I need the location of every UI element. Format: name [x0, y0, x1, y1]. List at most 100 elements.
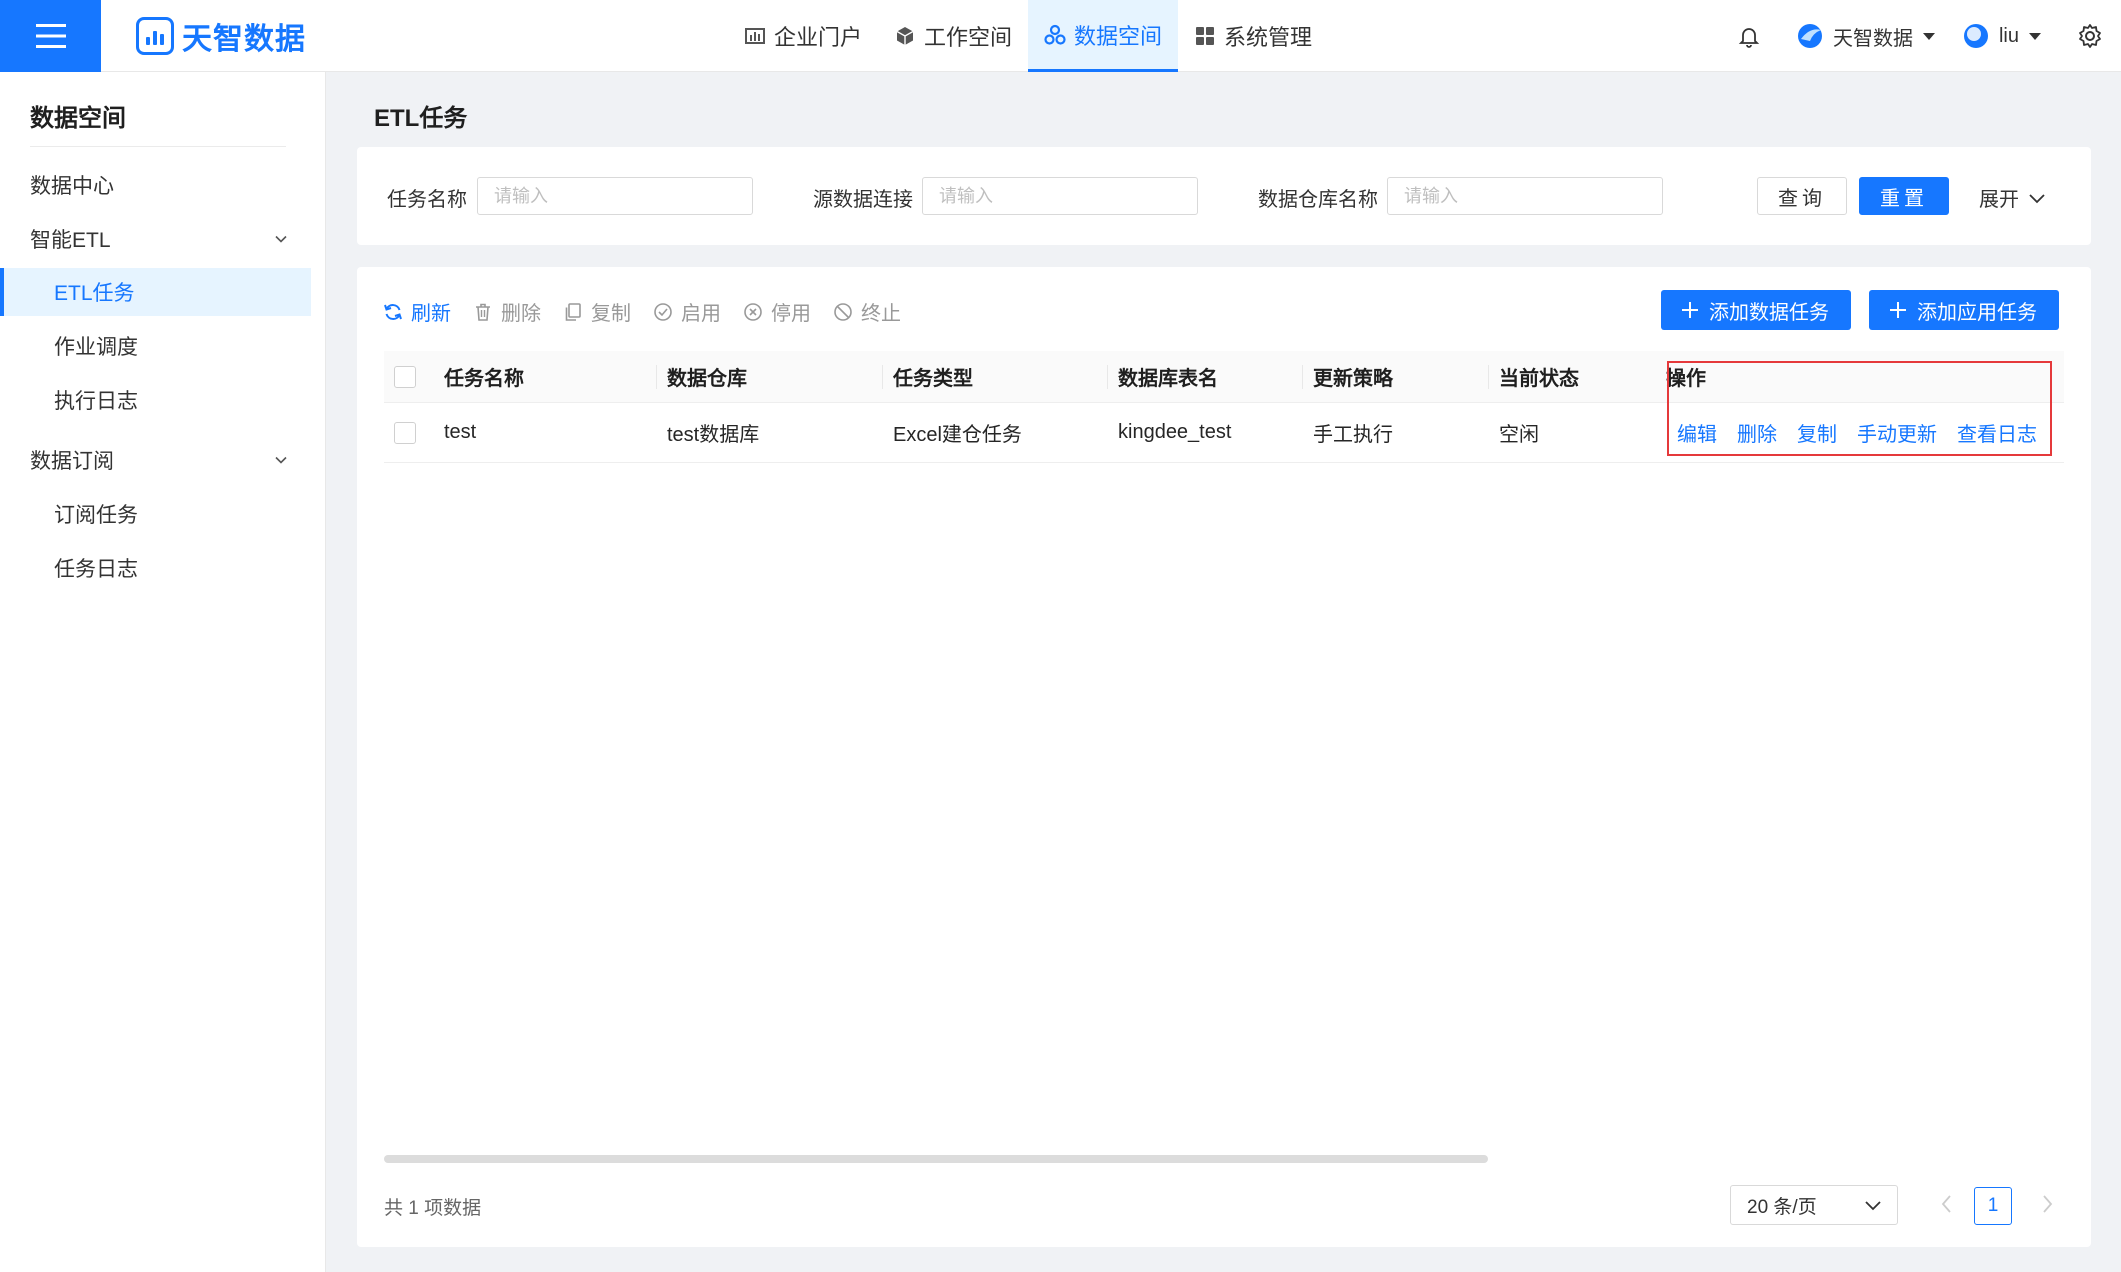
refresh-label: 刷新: [411, 303, 451, 325]
close-circle-icon: [744, 302, 762, 321]
sidebar-item-exec-log[interactable]: 执行日志: [0, 376, 311, 424]
sidebar-item-label: 任务日志: [54, 558, 138, 581]
caret-down-icon: [2029, 32, 2041, 40]
page-number-current[interactable]: 1: [1974, 1187, 2012, 1225]
view-log-link[interactable]: 查看日志: [1957, 418, 2037, 447]
table-row: test test数据库 Excel建仓任务 kingdee_test 手工执行…: [384, 403, 2064, 463]
cell-status: 空闲: [1499, 424, 1539, 446]
column-divider: [656, 365, 657, 389]
sidebar-item-job-schedule[interactable]: 作业调度: [0, 322, 311, 370]
grid-icon: [1196, 27, 1215, 45]
cell-task-name: test: [444, 421, 477, 443]
org-switcher[interactable]: 天智数据: [1795, 21, 1935, 51]
sidebar-divider: [30, 146, 286, 147]
column-header-update-strategy[interactable]: 更新策略: [1313, 351, 1393, 402]
column-divider: [1107, 365, 1108, 389]
manual-update-link[interactable]: 手动更新: [1857, 418, 1937, 447]
delete-link[interactable]: 删除: [1737, 418, 1777, 447]
page-title: ETL任务: [374, 105, 468, 132]
notification-button[interactable]: [1737, 24, 1761, 48]
nav-data-space[interactable]: 数据空间: [1028, 0, 1179, 72]
horizontal-scrollbar[interactable]: [384, 1155, 1488, 1163]
reset-button[interactable]: 重置: [1859, 177, 1949, 215]
user-name: liu: [1998, 24, 2019, 47]
column-header-warehouse[interactable]: 数据仓库: [667, 351, 747, 402]
sidebar-item-subscription-task[interactable]: 订阅任务: [0, 490, 311, 538]
nav-label: 数据空间: [1074, 23, 1163, 49]
source-connection-label: 源数据连接: [813, 189, 913, 211]
page-size-select[interactable]: 20 条/页: [1730, 1185, 1898, 1225]
prev-page-button[interactable]: [1937, 1193, 1957, 1215]
sidebar-item-smart-etl[interactable]: 智能ETL: [0, 215, 311, 263]
add-app-task-button[interactable]: 添加应用任务: [1869, 290, 2059, 330]
enable-label: 启用: [681, 303, 721, 325]
copy-label: 复制: [591, 303, 631, 325]
select-all-checkbox[interactable]: [394, 365, 416, 388]
nav-system-admin[interactable]: 系统管理: [1178, 0, 1328, 72]
edit-link[interactable]: 编辑: [1677, 418, 1717, 447]
column-header-task-name[interactable]: 任务名称: [444, 351, 524, 402]
settings-button[interactable]: [2077, 23, 2103, 49]
table-header: 任务名称 数据仓库 任务类型 数据库表名 更新策略 当前状态 操作: [384, 351, 2064, 403]
source-connection-input[interactable]: [922, 177, 1198, 215]
terminate-label: 终止: [861, 303, 901, 325]
copy-icon: [565, 302, 581, 321]
chevron-down-icon: [275, 456, 287, 464]
sidebar-item-label: ETL任务: [54, 282, 135, 305]
gear-icon: [2079, 24, 2101, 48]
warehouse-name-label: 数据仓库名称: [1258, 189, 1378, 211]
row-checkbox[interactable]: [394, 421, 416, 444]
nav-enterprise-portal[interactable]: 企业门户: [728, 0, 878, 72]
table-toolbar: 刷新 删除 复制 启用 停用 终止: [383, 297, 901, 326]
user-menu[interactable]: liu: [1961, 21, 2041, 51]
logo-icon: [136, 17, 174, 55]
nav-label: 工作空间: [924, 25, 1013, 50]
add-data-task-button[interactable]: 添加数据任务: [1661, 290, 1851, 330]
batch-delete-button[interactable]: 删除: [473, 297, 541, 326]
chart-bar-icon: [745, 28, 765, 44]
sidebar: 数据空间 数据中心 智能ETL ETL任务 作业调度 执行日志 数据订阅 订阅任…: [0, 72, 326, 1272]
column-header-task-type[interactable]: 任务类型: [893, 351, 973, 402]
chevron-down-icon: [275, 235, 287, 243]
batch-copy-button[interactable]: 复制: [563, 297, 631, 326]
refresh-button[interactable]: 刷新: [383, 297, 451, 326]
sidebar-item-task-log[interactable]: 任务日志: [0, 544, 311, 592]
cluster-icon: [1044, 24, 1066, 45]
batch-terminate-button[interactable]: 终止: [833, 297, 901, 326]
column-divider: [1488, 365, 1489, 389]
cell-table-name: kingdee_test: [1118, 421, 1232, 443]
sidebar-item-data-subscription[interactable]: 数据订阅: [0, 436, 311, 484]
copy-link[interactable]: 复制: [1797, 418, 1837, 447]
add-data-task-label: 添加数据任务: [1709, 301, 1829, 324]
column-header-table-name[interactable]: 数据库表名: [1118, 351, 1218, 402]
column-header-status[interactable]: 当前状态: [1499, 351, 1579, 402]
add-app-task-label: 添加应用任务: [1917, 301, 2037, 324]
stop-icon: [834, 302, 852, 321]
cube-icon: [896, 27, 914, 45]
column-divider: [882, 365, 883, 389]
avatar: [1963, 24, 1988, 48]
column-divider: [1302, 365, 1303, 389]
sidebar-item-label: 作业调度: [54, 336, 138, 359]
check-circle-icon: [654, 302, 672, 321]
column-header-actions: 操作: [1666, 368, 1706, 390]
warehouse-name-input[interactable]: [1387, 177, 1663, 215]
cell-warehouse: test数据库: [667, 424, 760, 446]
sidebar-item-label: 订阅任务: [54, 504, 138, 527]
batch-disable-button[interactable]: 停用: [743, 297, 811, 326]
batch-enable-button[interactable]: 启用: [653, 297, 721, 326]
next-page-button[interactable]: [2037, 1193, 2057, 1215]
delete-label: 删除: [501, 303, 541, 325]
sidebar-item-label: 数据订阅: [30, 450, 114, 473]
menu-toggle-button[interactable]: [0, 0, 101, 72]
expand-toggle[interactable]: 展开: [1979, 183, 2045, 212]
sidebar-item-data-center[interactable]: 数据中心: [0, 161, 311, 209]
task-name-input[interactable]: [477, 177, 753, 215]
row-checkbox-cell: [394, 403, 416, 462]
query-button[interactable]: 查询: [1757, 177, 1847, 215]
task-table: 任务名称 数据仓库 任务类型 数据库表名 更新策略 当前状态 操作 test t…: [384, 351, 2064, 463]
chevron-down-icon: [1865, 1201, 1881, 1211]
total-count: 共 1 项数据: [384, 1198, 482, 1219]
nav-workspace[interactable]: 工作空间: [878, 0, 1028, 72]
sidebar-item-etl-task[interactable]: ETL任务: [0, 268, 311, 316]
